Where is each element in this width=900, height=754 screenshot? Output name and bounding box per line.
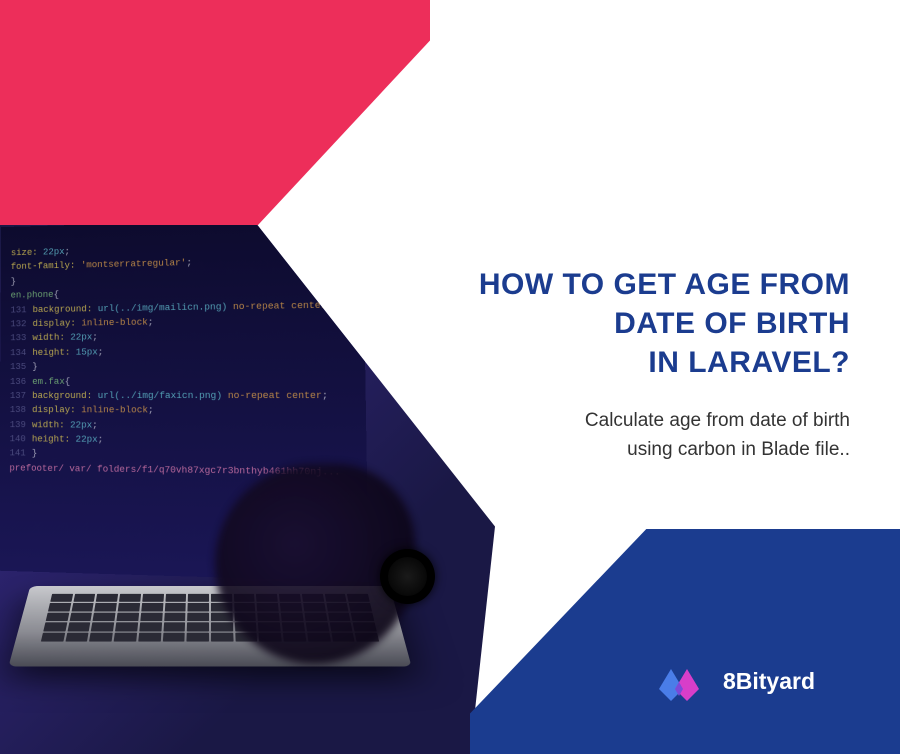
main-title: HOW TO GET AGE FROM DATE OF BIRTH IN LAR… [430,265,850,382]
promo-graphic: size: 22px; font-family: 'montserratregu… [0,0,900,754]
title-line: DATE OF BIRTH [430,304,850,343]
brand-footer: 8Bityard [653,661,815,701]
text-block: HOW TO GET AGE FROM DATE OF BIRTH IN LAR… [430,265,850,464]
top-pink-shape [0,0,430,225]
title-line: HOW TO GET AGE FROM [430,265,850,304]
brand-logo-icon [653,661,705,701]
subtitle-line: Calculate age from date of birth [430,407,850,436]
wristwatch [380,549,435,604]
bottom-blue-shape [470,529,900,754]
title-line: IN LARAVEL? [430,343,850,382]
subtitle-line: using carbon in Blade file.. [430,436,850,465]
laptop-photo: size: 22px; font-family: 'montserratregu… [0,225,495,754]
brand-name-text: 8Bityard [723,668,815,695]
subtitle-text: Calculate age from date of birth using c… [430,407,850,464]
